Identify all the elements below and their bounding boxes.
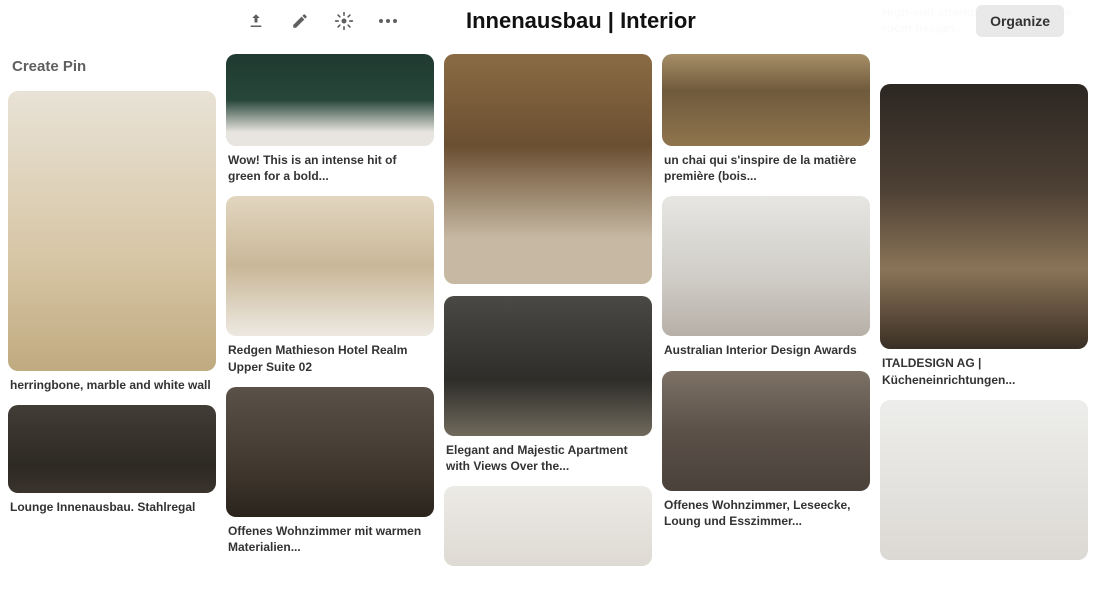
pin-item[interactable]: un chai qui s'inspire de la matière prem… bbox=[662, 54, 870, 184]
pin-image bbox=[226, 196, 434, 336]
pin-item[interactable]: Elegant and Majestic Apartment with View… bbox=[444, 296, 652, 474]
pin-item[interactable]: Wow! This is an intense hit of green for… bbox=[226, 54, 434, 184]
pin-image bbox=[444, 486, 652, 566]
pin-title: Lounge Innenausbau. Stahlregal bbox=[8, 493, 216, 515]
pin-title: Offenes Wohnzimmer, Leseecke, Loung und … bbox=[662, 491, 870, 529]
pin-item[interactable] bbox=[880, 400, 1088, 560]
pin-title: Australian Interior Design Awards bbox=[662, 336, 870, 358]
pin-image bbox=[662, 371, 870, 491]
pin-image bbox=[8, 405, 216, 493]
pin-item[interactable]: herringbone, marble and white wall bbox=[8, 91, 216, 393]
pin-title: Redgen Mathieson Hotel Realm Upper Suite… bbox=[226, 336, 434, 374]
pin-item[interactable]: ITALDESIGN AG | Kücheneinrichtungen... bbox=[880, 84, 1088, 387]
pin-image bbox=[226, 387, 434, 517]
pin-title: Wow! This is an intense hit of green for… bbox=[226, 146, 434, 184]
upload-icon[interactable] bbox=[246, 11, 266, 31]
pin-item[interactable]: Offenes Wohnzimmer, Leseecke, Loung und … bbox=[662, 371, 870, 529]
column-2: Elegant and Majestic Apartment with View… bbox=[444, 0, 652, 566]
pin-item[interactable]: Australian Interior Design Awards bbox=[662, 196, 870, 358]
pin-item[interactable]: Offenes Wohnzimmer mit warmen Materialie… bbox=[226, 387, 434, 555]
organize-button[interactable]: Organize bbox=[976, 5, 1064, 37]
column-4: High-end interior design | sample room d… bbox=[880, 0, 1088, 566]
pin-title: Offenes Wohnzimmer mit warmen Materialie… bbox=[226, 517, 434, 555]
pin-title: ITALDESIGN AG | Kücheneinrichtungen... bbox=[880, 349, 1088, 387]
pin-title: herringbone, marble and white wall bbox=[8, 371, 216, 393]
sparkle-icon[interactable] bbox=[334, 11, 354, 31]
column-0: Create Pin herringbone, marble and white… bbox=[8, 0, 216, 566]
pin-image bbox=[880, 400, 1088, 560]
board-topbar: Innenausbau | Interior Organize bbox=[228, 0, 1100, 42]
pin-image bbox=[8, 91, 216, 371]
pin-grid: Create Pin herringbone, marble and white… bbox=[0, 0, 1096, 566]
create-pin-link[interactable]: Create Pin bbox=[8, 56, 216, 79]
pin-image bbox=[444, 296, 652, 436]
pin-title: un chai qui s'inspire de la matière prem… bbox=[662, 146, 870, 184]
column-1: Wow! This is an intense hit of green for… bbox=[226, 0, 434, 566]
pin-item[interactable] bbox=[444, 54, 652, 284]
pin-item[interactable]: Lounge Innenausbau. Stahlregal bbox=[8, 405, 216, 515]
more-icon[interactable] bbox=[378, 11, 398, 31]
pin-title: Elegant and Majestic Apartment with View… bbox=[444, 436, 652, 474]
edit-icon[interactable] bbox=[290, 11, 310, 31]
pin-image bbox=[880, 84, 1088, 349]
pin-item[interactable] bbox=[444, 486, 652, 566]
pin-item[interactable]: Redgen Mathieson Hotel Realm Upper Suite… bbox=[226, 196, 434, 374]
toolbar-icons bbox=[246, 11, 398, 31]
pin-image bbox=[226, 54, 434, 146]
pin-image bbox=[662, 54, 870, 146]
pin-image bbox=[444, 54, 652, 284]
column-3: un chai qui s'inspire de la matière prem… bbox=[662, 0, 870, 566]
pin-image bbox=[662, 196, 870, 336]
board-title: Innenausbau | Interior bbox=[466, 8, 696, 34]
